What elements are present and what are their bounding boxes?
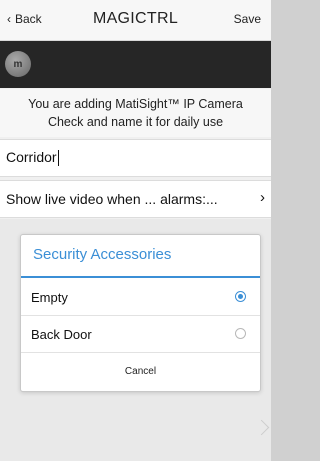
alarm-row-label: Show live video when ... alarms:... bbox=[6, 191, 218, 207]
info-message: You are adding MatiSight™ IP Camera Chec… bbox=[0, 89, 271, 137]
avatar-letter: m bbox=[13, 58, 23, 70]
save-button[interactable]: Save bbox=[234, 12, 261, 26]
info-line-1: You are adding MatiSight™ IP Camera bbox=[28, 97, 243, 111]
back-button[interactable]: ‹ Back bbox=[7, 12, 42, 26]
radio-selected-icon[interactable] bbox=[235, 291, 246, 302]
device-header-bar: m bbox=[0, 41, 271, 88]
cancel-button[interactable]: Cancel bbox=[21, 353, 260, 390]
text-caret bbox=[57, 150, 59, 167]
back-label: Back bbox=[15, 12, 42, 26]
chevron-right-icon: › bbox=[260, 189, 265, 206]
dialog-title-divider bbox=[21, 276, 260, 278]
option-label: Back Door bbox=[31, 327, 92, 342]
camera-name-field[interactable]: Corridor bbox=[0, 139, 271, 177]
chevron-left-icon: ‹ bbox=[7, 12, 11, 26]
radio-unselected-icon[interactable] bbox=[235, 328, 246, 339]
dialog-title: Security Accessories bbox=[33, 246, 172, 263]
camera-name-text: Corridor bbox=[6, 149, 57, 165]
security-accessories-dialog: Security Accessories Empty Back Door Can… bbox=[20, 234, 261, 392]
navigation-bar: ‹ Back MAGICTRL Save bbox=[0, 0, 271, 41]
option-label: Empty bbox=[31, 290, 68, 305]
info-line-2: Check and name it for daily use bbox=[47, 115, 224, 129]
option-back-door[interactable]: Back Door bbox=[21, 316, 260, 353]
camera-logo-icon: m bbox=[5, 51, 31, 77]
camera-name-value: Corridor bbox=[6, 149, 59, 167]
option-empty[interactable]: Empty bbox=[21, 279, 260, 316]
live-video-alarm-row[interactable]: Show live video when ... alarms:... › bbox=[0, 180, 271, 218]
phone-screen: ‹ Back MAGICTRL Save m You are adding Ma… bbox=[0, 0, 271, 461]
